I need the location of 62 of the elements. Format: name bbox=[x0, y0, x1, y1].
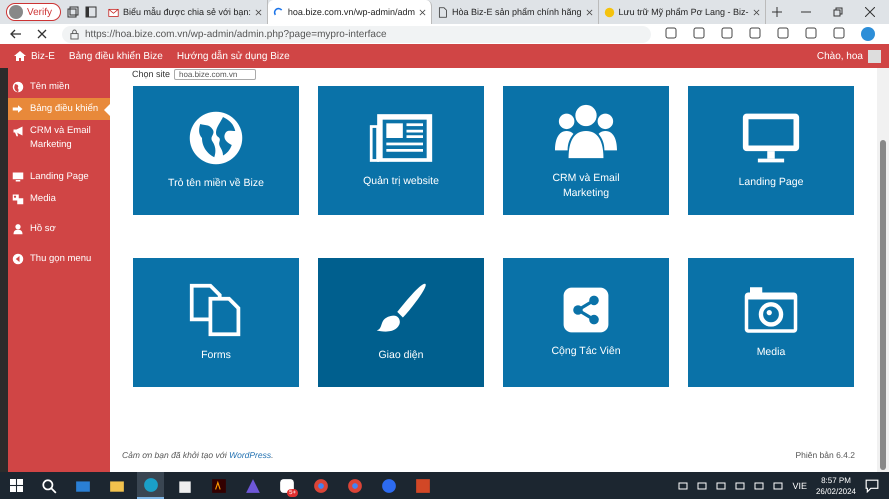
collapse-icon bbox=[12, 253, 24, 265]
media-icon bbox=[12, 193, 24, 205]
share-icon bbox=[562, 286, 610, 334]
page-icon bbox=[436, 6, 448, 18]
sidebar-item[interactable]: CRM và Email Marketing bbox=[8, 120, 110, 156]
notifications-icon bbox=[865, 478, 879, 492]
browser-tab[interactable]: hoa.bize.com.vn/wp-admin/adm bbox=[268, 0, 432, 24]
dashboard-tile[interactable]: Giao diện bbox=[318, 258, 484, 387]
search-icon bbox=[40, 478, 56, 494]
dashboard-tile[interactable]: Landing Page bbox=[688, 86, 854, 215]
sidebar-item[interactable]: Media bbox=[8, 188, 110, 210]
workspaces-icon bbox=[67, 6, 80, 18]
windows-start-icon bbox=[10, 479, 23, 492]
dashboard-tile[interactable]: CRM và Email Marketing bbox=[503, 86, 669, 215]
user-icon bbox=[12, 223, 24, 235]
admin-bar-link[interactable]: Hướng dẫn sử dụng Bize bbox=[176, 50, 290, 62]
close-icon bbox=[586, 8, 593, 16]
avatar-icon bbox=[868, 50, 881, 62]
version-text: Phiên bản 6.4.2 bbox=[795, 450, 855, 460]
scrollbar[interactable] bbox=[877, 68, 889, 472]
footer-thanks: Cảm ơn bạn đã khởi tạo với WordPress. bbox=[122, 450, 274, 460]
site-select[interactable]: hoa.bize.com.vn bbox=[174, 68, 256, 80]
admin-bar-link[interactable]: Bảng điều khiển Bize bbox=[68, 50, 163, 62]
loading-icon bbox=[272, 6, 284, 18]
wordpress-link[interactable]: WordPress bbox=[229, 450, 272, 460]
language-indicator[interactable]: VIE bbox=[792, 480, 807, 490]
stop-icon bbox=[36, 28, 48, 40]
home-icon bbox=[14, 50, 26, 62]
globe-icon bbox=[188, 110, 244, 166]
close-icon bbox=[865, 7, 875, 17]
clock[interactable]: 8:57 PM 26/02/2024 bbox=[816, 474, 856, 496]
avatar-icon bbox=[9, 5, 23, 19]
dashboard-tile[interactable]: Cộng Tác Viên bbox=[503, 258, 669, 387]
admin-bar-link[interactable]: Biz-E bbox=[14, 50, 55, 62]
close-icon bbox=[254, 8, 262, 16]
site-icon bbox=[604, 6, 615, 18]
sidebar-item[interactable]: Tên miền bbox=[8, 76, 110, 98]
sidebar-item[interactable]: Hồ sơ bbox=[8, 218, 110, 240]
url-text: https://hoa.bize.com.vn/wp-admin/admin.php?page=mypro-interface bbox=[85, 28, 387, 40]
dashboard-tile[interactable]: Quản trị website bbox=[318, 86, 484, 215]
globe-icon bbox=[12, 81, 24, 93]
profile-button[interactable]: Verify bbox=[6, 3, 62, 21]
dashboard-tile[interactable]: Trỏ tên miền về Bize bbox=[133, 86, 299, 215]
address-bar[interactable]: https://hoa.bize.com.vn/wp-admin/admin.php?page=mypro-interface bbox=[62, 26, 651, 42]
signin-icon bbox=[12, 103, 24, 115]
site-picker-label: Chọn site bbox=[132, 69, 170, 79]
dashboard-tile[interactable]: Media bbox=[688, 258, 854, 387]
back-icon bbox=[10, 28, 22, 40]
sidebar-item[interactable]: Thu gọn menu bbox=[8, 248, 110, 270]
close-icon bbox=[752, 8, 760, 16]
greeting-link[interactable]: Chào, hoa bbox=[816, 50, 863, 62]
megaphone-icon bbox=[12, 125, 24, 137]
dashboard-tile[interactable]: Forms bbox=[133, 258, 299, 387]
close-icon bbox=[418, 8, 426, 16]
restore-icon bbox=[833, 7, 843, 17]
monitor-icon bbox=[12, 171, 24, 183]
monitor-icon bbox=[741, 111, 801, 165]
tab-actions-icon bbox=[85, 6, 98, 18]
lock-icon bbox=[70, 28, 79, 40]
sidebar-item[interactable]: Landing Page bbox=[8, 166, 110, 188]
new-tab-icon bbox=[772, 7, 782, 17]
newspaper-icon bbox=[368, 112, 434, 164]
